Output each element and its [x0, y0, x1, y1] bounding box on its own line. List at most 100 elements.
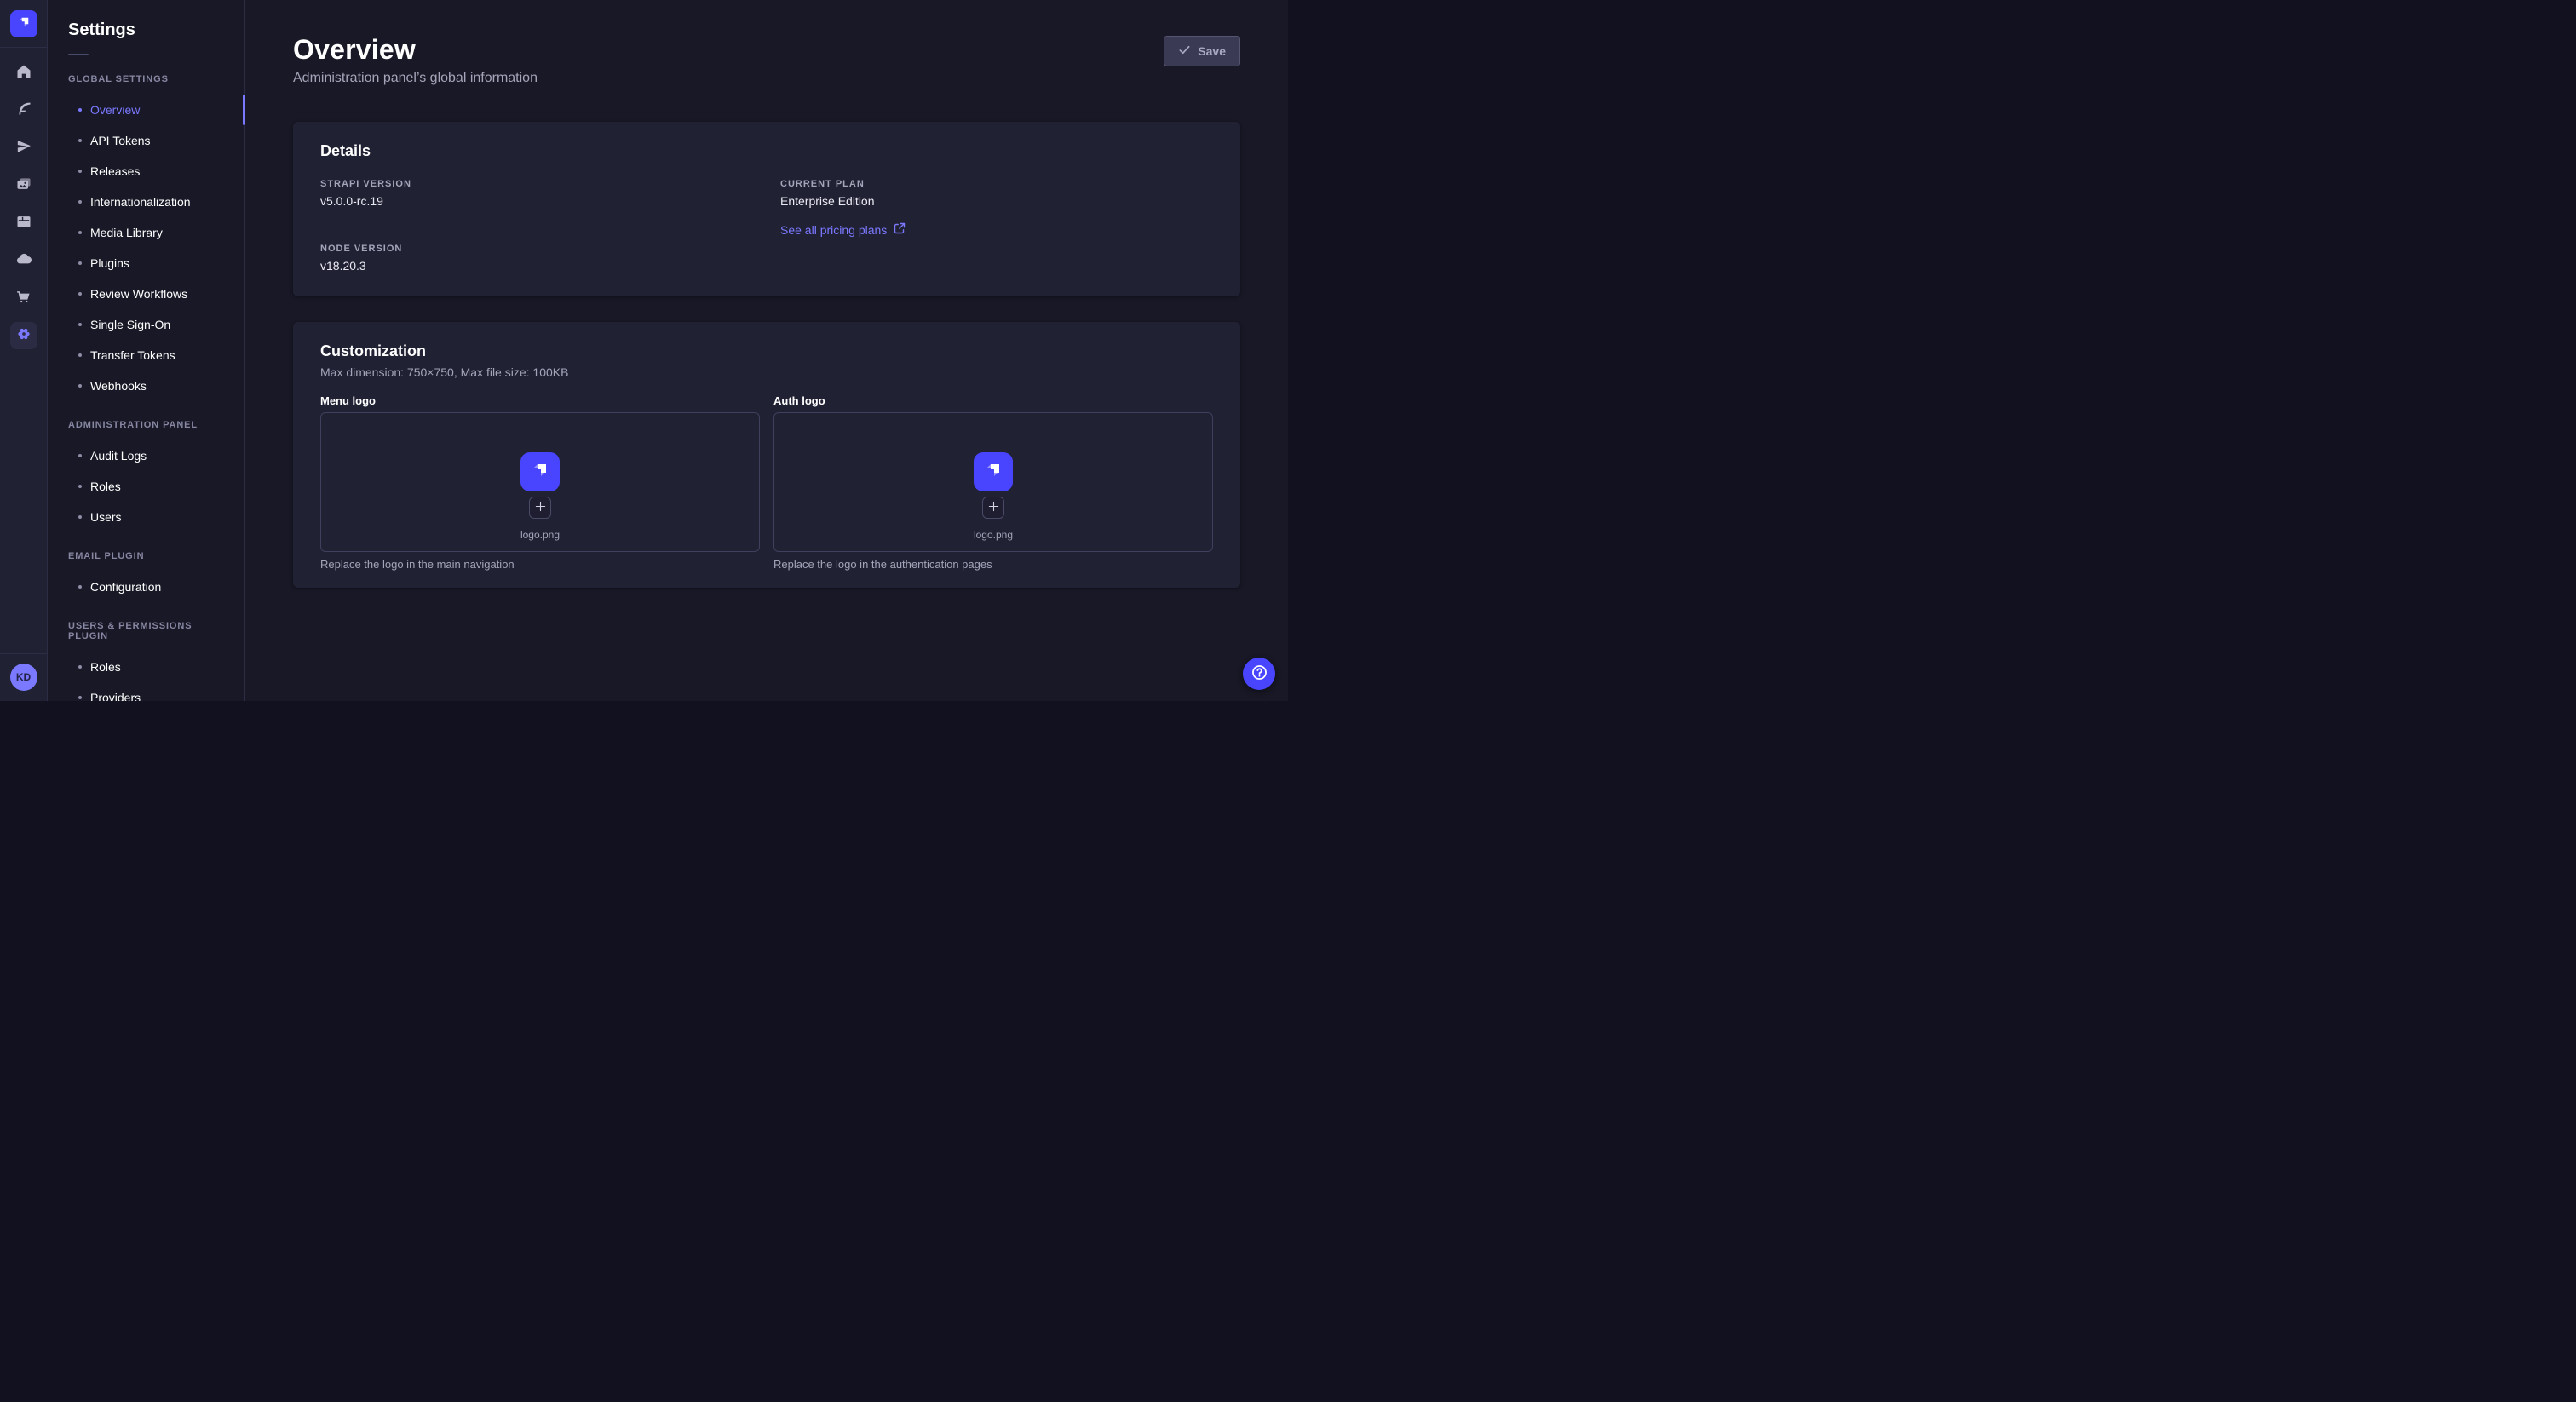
- nav-cloud-button[interactable]: [10, 247, 37, 274]
- administration-panel-list: Audit Logs Roles Users: [48, 440, 244, 532]
- customization-subheading: Max dimension: 750×750, Max file size: 1…: [320, 365, 1213, 379]
- section-users-permissions-plugin: USERS & PERMISSIONS PLUGIN: [68, 621, 224, 641]
- sidebar-item-webhooks[interactable]: Webhooks: [48, 371, 244, 401]
- external-link-icon: [894, 222, 906, 237]
- sidebar-item-single-sign-on[interactable]: Single Sign-On: [48, 309, 244, 340]
- sidebar-item-review-workflows[interactable]: Review Workflows: [48, 279, 244, 309]
- bullet-icon: [78, 585, 82, 589]
- email-plugin-list: Configuration: [48, 572, 244, 602]
- rail-logo-section: [0, 0, 47, 48]
- customization-card: Customization Max dimension: 750×750, Ma…: [293, 322, 1240, 588]
- details-grid: STRAPI VERSION v5.0.0-rc.19 NODE VERSION…: [320, 179, 1213, 273]
- nav-settings-button[interactable]: [10, 322, 37, 349]
- bullet-icon: [78, 261, 82, 265]
- subnav-title: Settings: [68, 20, 244, 40]
- details-card: Details STRAPI VERSION v5.0.0-rc.19 NODE…: [293, 122, 1240, 296]
- nav-content-manager-button[interactable]: [10, 97, 37, 124]
- pricing-plans-link[interactable]: See all pricing plans: [780, 222, 906, 237]
- auth-logo-hint: Replace the logo in the authentication p…: [773, 558, 1213, 571]
- sidebar-item-up-roles[interactable]: Roles: [48, 652, 244, 682]
- details-heading: Details: [320, 142, 1213, 160]
- sidebar-item-media-library[interactable]: Media Library: [48, 217, 244, 248]
- auth-logo-upload-box[interactable]: logo.png: [773, 412, 1213, 552]
- strapi-logo[interactable]: [10, 10, 37, 37]
- sidebar-item-api-tokens[interactable]: API Tokens: [48, 125, 244, 156]
- users-permissions-list: Roles Providers: [48, 652, 244, 701]
- sidebar-item-up-providers[interactable]: Providers: [48, 682, 244, 701]
- nav-marketplace-button[interactable]: [10, 284, 37, 312]
- strapi-logo-icon: [983, 460, 1003, 485]
- menu-logo-add-button[interactable]: [529, 497, 551, 519]
- main-content: Overview Administration panel’s global i…: [245, 0, 1288, 701]
- feather-icon: [15, 101, 32, 122]
- nav-content-type-builder-button[interactable]: [10, 210, 37, 237]
- cart-icon: [15, 288, 32, 309]
- sidebar-item-plugins[interactable]: Plugins: [48, 248, 244, 279]
- menu-logo-upload-box[interactable]: logo.png: [320, 412, 760, 552]
- paper-plane-icon: [15, 138, 32, 159]
- sidebar-item-audit-logs[interactable]: Audit Logs: [48, 440, 244, 471]
- auth-logo-label: Auth logo: [773, 394, 1213, 407]
- global-settings-list: Overview API Tokens Releases Internation…: [48, 95, 244, 401]
- home-icon: [15, 63, 32, 84]
- auth-logo-preview: [974, 452, 1013, 491]
- gear-icon: [15, 325, 32, 347]
- check-icon: [1178, 43, 1191, 59]
- sidebar-item-transfer-tokens[interactable]: Transfer Tokens: [48, 340, 244, 371]
- bullet-icon: [78, 515, 82, 519]
- save-button[interactable]: Save: [1164, 36, 1240, 66]
- rail-bottom: KD: [0, 653, 47, 701]
- page-subtitle: Administration panel’s global informatio…: [293, 71, 538, 86]
- layout-icon: [15, 213, 32, 234]
- user-avatar[interactable]: KD: [10, 664, 37, 691]
- sidebar-item-overview[interactable]: Overview: [48, 95, 244, 125]
- strapi-logo-icon: [16, 14, 32, 34]
- bullet-icon: [78, 353, 82, 357]
- settings-subnav: Settings GLOBAL SETTINGS Overview API To…: [48, 0, 245, 701]
- auth-logo-filename: logo.png: [974, 529, 1013, 541]
- bullet-icon: [78, 485, 82, 488]
- sidebar-item-admin-users[interactable]: Users: [48, 502, 244, 532]
- page-header-text: Overview Administration panel’s global i…: [293, 34, 538, 86]
- sidebar-item-admin-roles[interactable]: Roles: [48, 471, 244, 502]
- node-version-value: v18.20.3: [320, 259, 753, 273]
- strapi-version-field: STRAPI VERSION v5.0.0-rc.19: [320, 179, 753, 208]
- nav-releases-button[interactable]: [10, 135, 37, 162]
- question-mark-circle-icon: [1251, 664, 1268, 684]
- section-global-settings: GLOBAL SETTINGS: [68, 74, 224, 84]
- auth-logo-add-button[interactable]: [982, 497, 1004, 519]
- logos-grid: Menu logo logo.png Replace the logo in t…: [320, 394, 1213, 571]
- bullet-icon: [78, 292, 82, 296]
- plus-icon: [988, 501, 999, 514]
- rail-items: [10, 60, 37, 349]
- cloud-icon: [15, 250, 32, 272]
- section-administration-panel: ADMINISTRATION PANEL: [68, 420, 224, 430]
- customization-heading: Customization: [320, 342, 1213, 360]
- subnav-divider: [68, 54, 89, 55]
- menu-logo-preview: [520, 452, 560, 491]
- sidebar-item-email-configuration[interactable]: Configuration: [48, 572, 244, 602]
- current-plan-value: Enterprise Edition: [780, 194, 1213, 208]
- current-plan-label: CURRENT PLAN: [780, 179, 1213, 189]
- images-icon: [15, 175, 32, 197]
- bullet-icon: [78, 665, 82, 669]
- node-version-label: NODE VERSION: [320, 244, 753, 254]
- menu-logo-filename: logo.png: [520, 529, 560, 541]
- nav-home-button[interactable]: [10, 60, 37, 87]
- menu-logo-label: Menu logo: [320, 394, 760, 407]
- sidebar-item-internationalization[interactable]: Internationalization: [48, 187, 244, 217]
- bullet-icon: [78, 139, 82, 142]
- details-right-column: CURRENT PLAN Enterprise Edition See all …: [780, 179, 1213, 273]
- bullet-icon: [78, 231, 82, 234]
- strapi-version-value: v5.0.0-rc.19: [320, 194, 753, 208]
- menu-logo-field: Menu logo logo.png Replace the logo in t…: [320, 394, 760, 571]
- main-nav-rail: KD: [0, 0, 48, 701]
- sidebar-item-releases[interactable]: Releases: [48, 156, 244, 187]
- details-left-column: STRAPI VERSION v5.0.0-rc.19 NODE VERSION…: [320, 179, 753, 273]
- bullet-icon: [78, 454, 82, 457]
- section-email-plugin: EMAIL PLUGIN: [68, 551, 224, 561]
- node-version-field: NODE VERSION v18.20.3: [320, 244, 753, 273]
- help-button[interactable]: [1243, 658, 1275, 690]
- bullet-icon: [78, 323, 82, 326]
- nav-media-library-button[interactable]: [10, 172, 37, 199]
